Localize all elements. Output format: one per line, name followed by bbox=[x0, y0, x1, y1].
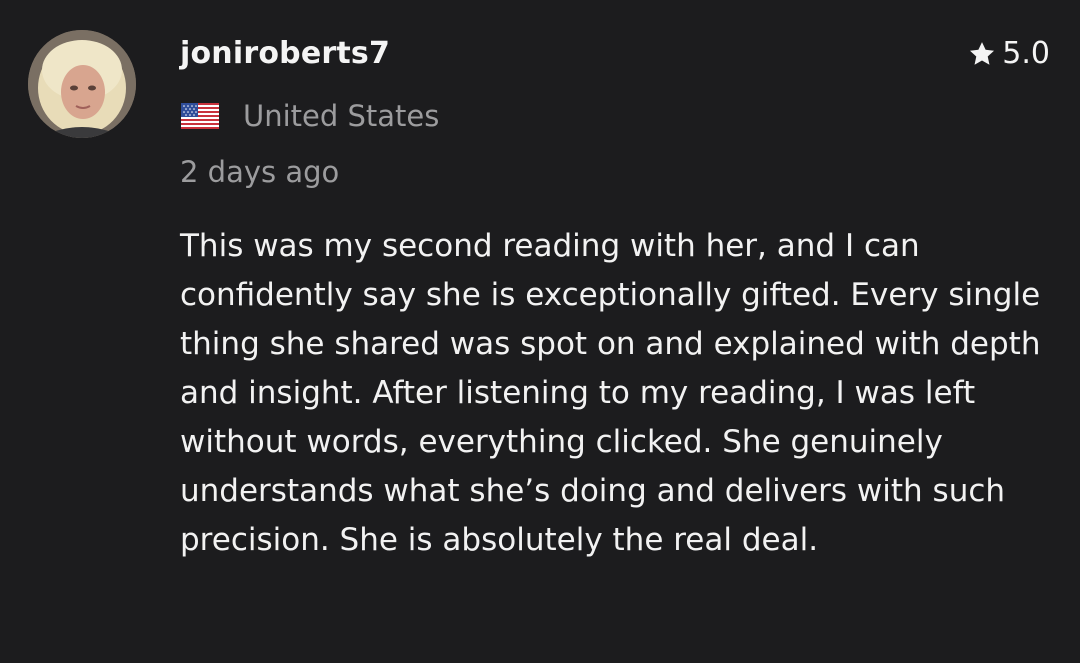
us-flag-icon bbox=[181, 103, 219, 129]
review-text: This was my second reading with her, and… bbox=[180, 228, 1041, 558]
review-card: joniroberts7 5.0 United States 2 days ag… bbox=[0, 0, 1080, 663]
review-timestamp: 2 days ago bbox=[180, 155, 340, 189]
country-label: United States bbox=[243, 99, 440, 133]
rating-value: 5.0 bbox=[1002, 36, 1050, 71]
rating: 5.0 bbox=[968, 34, 1050, 74]
avatar[interactable] bbox=[28, 30, 136, 138]
location: United States bbox=[181, 96, 439, 136]
star-icon bbox=[968, 40, 996, 68]
username[interactable]: joniroberts7 bbox=[180, 32, 390, 76]
